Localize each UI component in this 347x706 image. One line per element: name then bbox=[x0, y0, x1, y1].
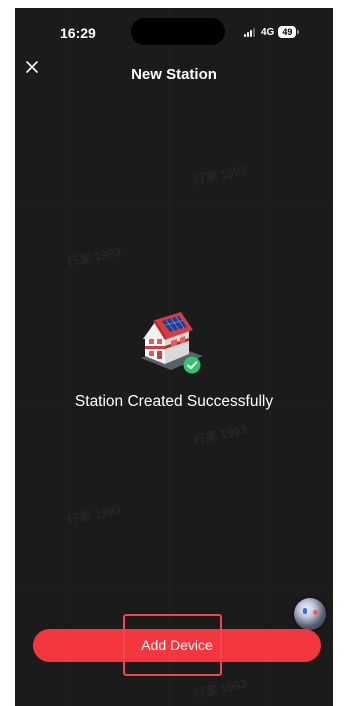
grid-line bbox=[269, 8, 270, 706]
watermark: 行家 1993 bbox=[192, 422, 249, 448]
status-time: 16:29 bbox=[60, 25, 96, 41]
assistant-bubble-icon[interactable] bbox=[294, 598, 326, 630]
page-title: New Station bbox=[131, 66, 217, 83]
watermark: 行家 1993 bbox=[192, 162, 249, 188]
grid-line bbox=[15, 203, 333, 204]
signal-icon bbox=[244, 27, 255, 37]
watermark: 行家 1993 bbox=[192, 676, 249, 702]
battery-icon: 49 bbox=[278, 26, 300, 38]
solar-house-illustration bbox=[135, 308, 207, 378]
app-screen: 行家 1993 行家 1993 行家 1993 行家 1993 行家 1993 … bbox=[15, 8, 333, 706]
watermark: 行家 1993 bbox=[66, 244, 123, 270]
battery-level: 49 bbox=[278, 26, 297, 38]
status-indicators: 4G 49 bbox=[244, 26, 300, 38]
network-label: 4G bbox=[261, 26, 275, 38]
add-device-button[interactable]: Add Device bbox=[33, 629, 321, 662]
watermark: 行家 1993 bbox=[66, 502, 123, 528]
grid-line bbox=[15, 590, 333, 591]
dynamic-island bbox=[131, 18, 225, 45]
success-message: Station Created Successfully bbox=[74, 393, 274, 410]
check-badge-icon bbox=[183, 356, 201, 374]
grid-line bbox=[69, 8, 70, 706]
